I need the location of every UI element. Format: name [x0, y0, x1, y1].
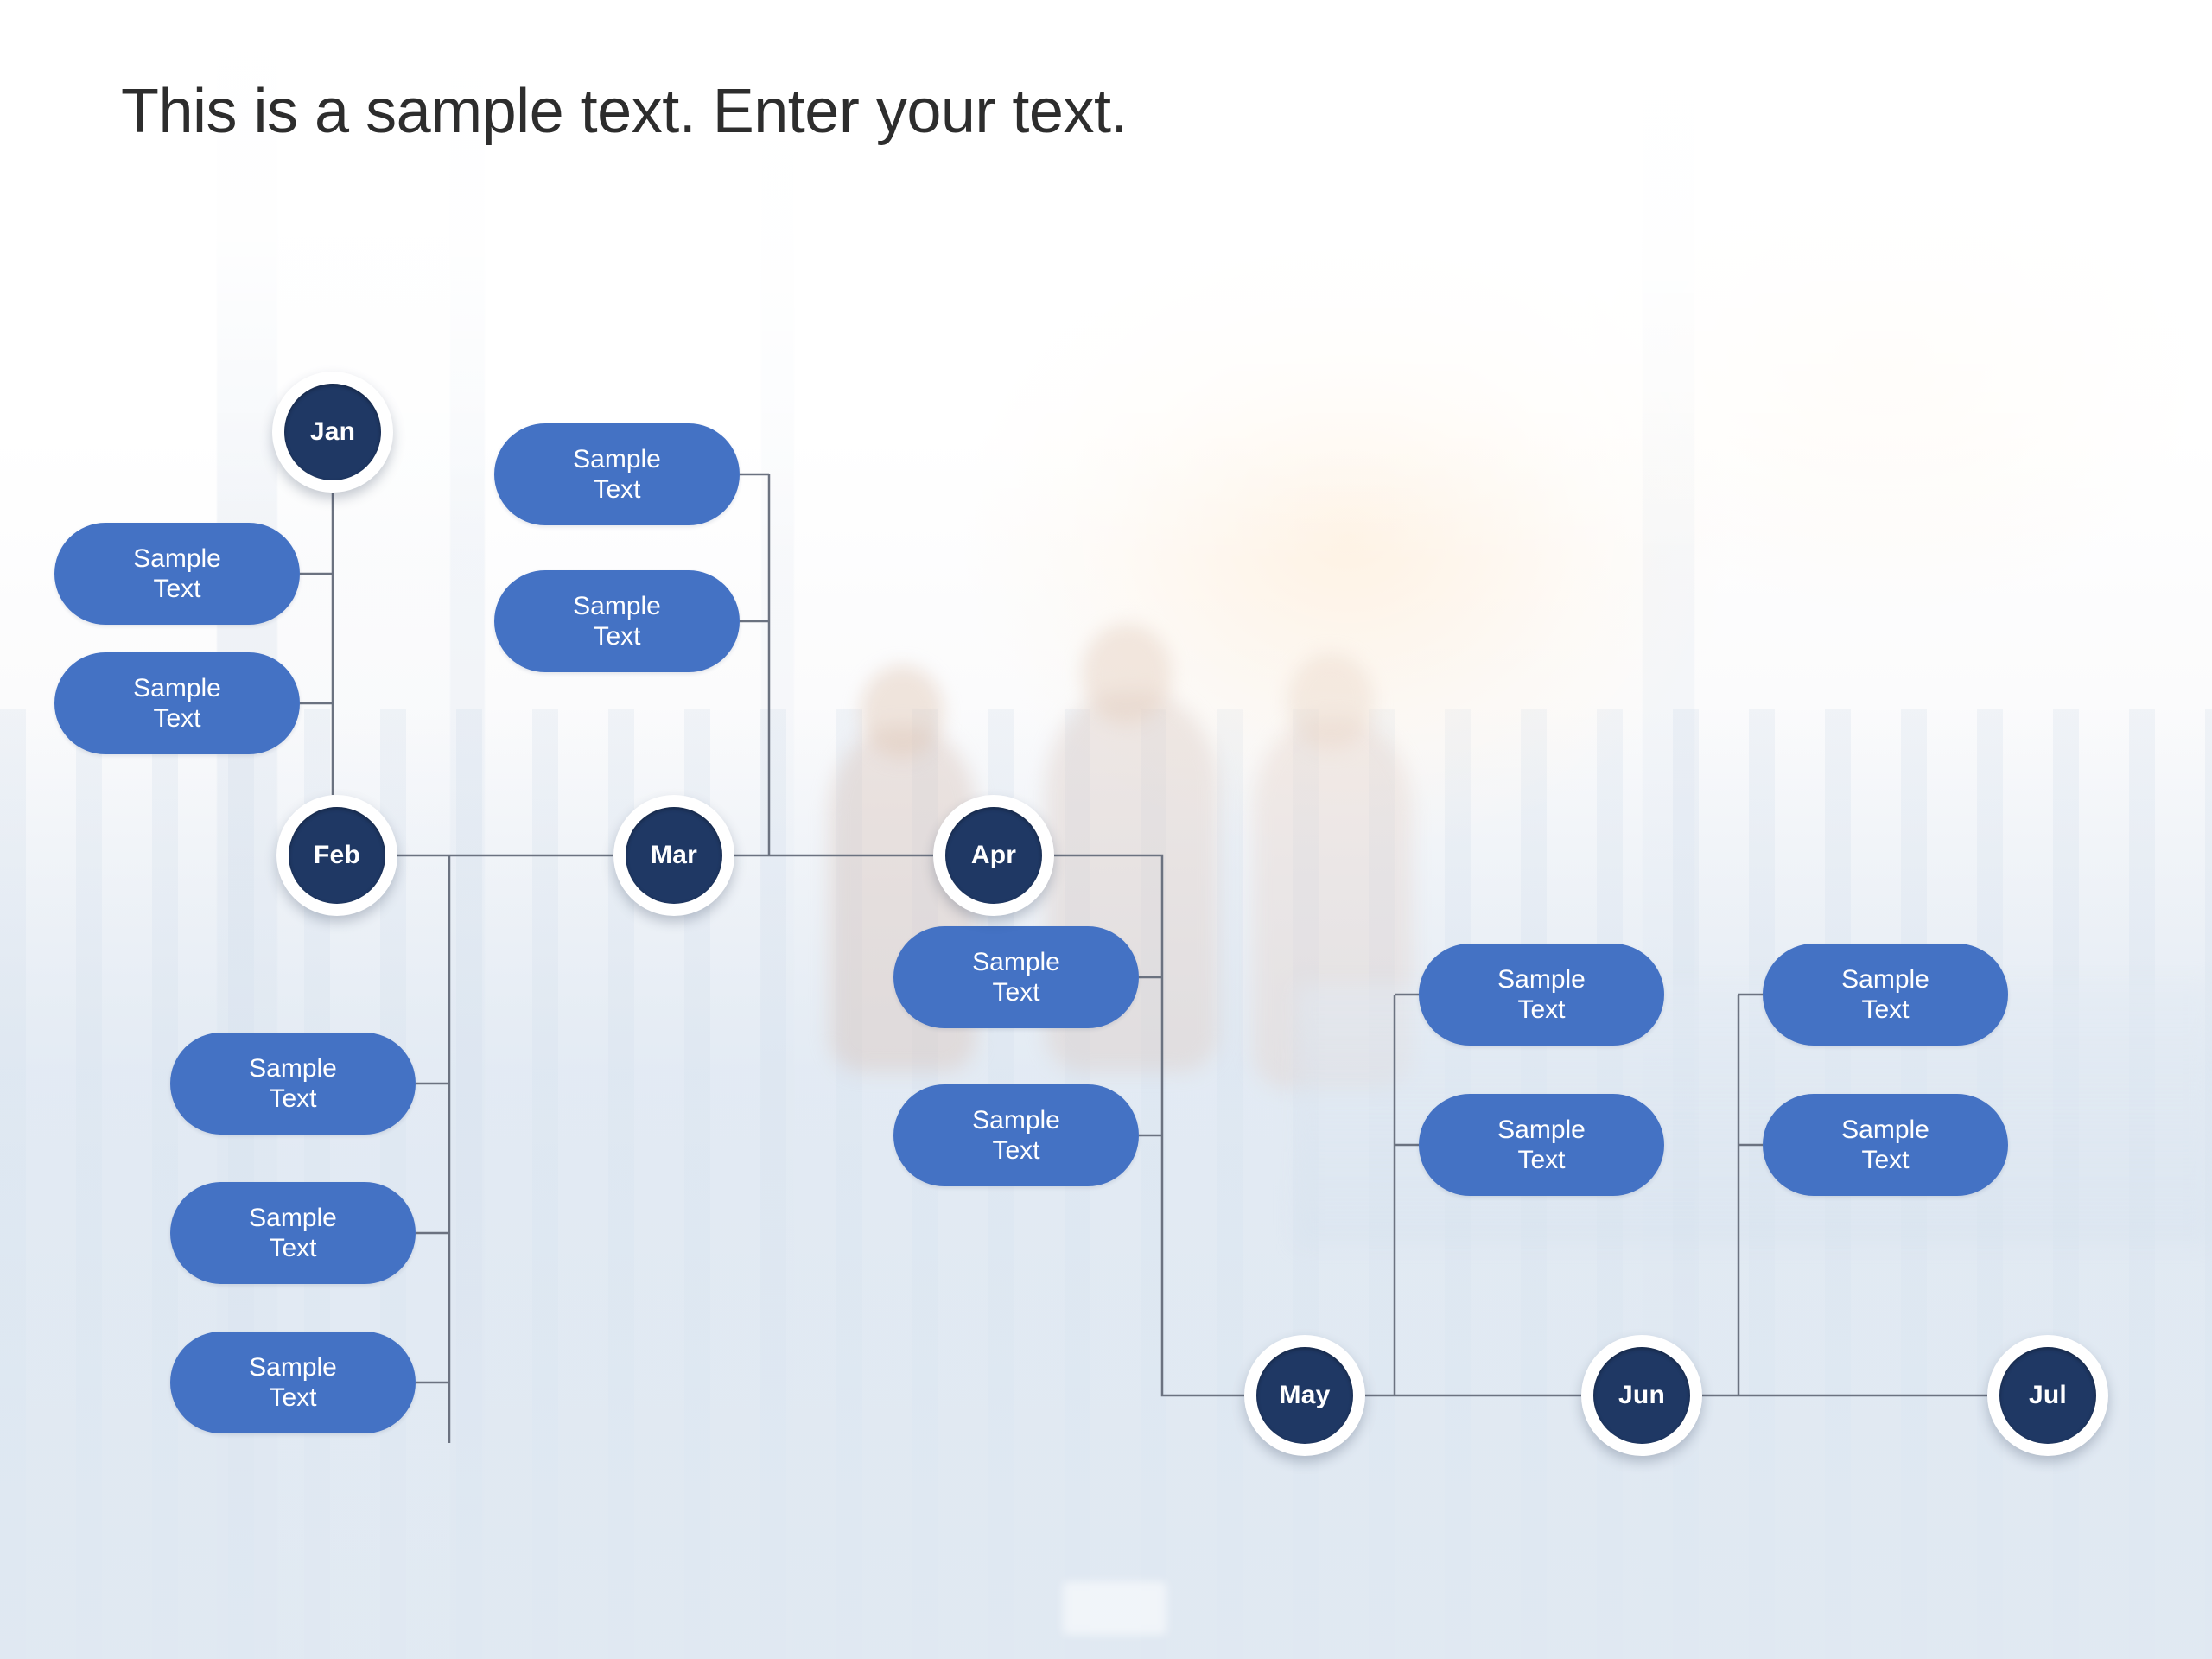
sample-text-pill[interactable]: Sample Text — [1419, 1094, 1664, 1196]
milestone-node-jun[interactable]: Jun — [1581, 1335, 1702, 1456]
sample-text-pill[interactable]: Sample Text — [54, 652, 300, 754]
pill-line-2: Text — [153, 575, 201, 603]
background-person-head — [1082, 624, 1172, 724]
sample-text-pill[interactable]: Sample Text — [54, 523, 300, 625]
pill-line-2: Text — [269, 1084, 317, 1113]
sample-text-pill[interactable]: Sample Text — [170, 1332, 416, 1433]
pill-line-1: Sample — [972, 947, 1060, 976]
pill-line-2: Text — [1517, 995, 1566, 1024]
milestone-label: Jul — [2029, 1381, 2067, 1409]
milestone-node-may[interactable]: May — [1244, 1335, 1365, 1456]
pill-line-2: Text — [992, 978, 1040, 1007]
pill-line-2: Text — [269, 1383, 317, 1412]
milestone-label: Jan — [309, 417, 356, 446]
sample-text-pill[interactable]: Sample Text — [1763, 944, 2008, 1046]
milestone-disc: Jun — [1593, 1347, 1690, 1444]
background-person-head — [861, 665, 944, 759]
pill-line-2: Text — [593, 475, 641, 504]
pill-line-2: Text — [269, 1234, 317, 1262]
pill-line-2: Text — [1861, 1146, 1910, 1174]
pill-line-2: Text — [1517, 1146, 1566, 1174]
milestone-disc: May — [1256, 1347, 1353, 1444]
milestone-label: Mar — [651, 841, 697, 869]
slide-canvas: This is a sample text. Enter your text. — [0, 0, 2212, 1659]
background-watermark — [1063, 1581, 1166, 1635]
pill-line-1: Sample — [133, 543, 221, 573]
pill-line-1: Sample — [249, 1053, 337, 1083]
milestone-disc: Jan — [284, 384, 381, 480]
milestone-node-jul[interactable]: Jul — [1987, 1335, 2108, 1456]
milestone-node-jan[interactable]: Jan — [272, 372, 393, 493]
sample-text-pill[interactable]: Sample Text — [893, 926, 1139, 1028]
sample-text-pill[interactable]: Sample Text — [1419, 944, 1664, 1046]
milestone-node-apr[interactable]: Apr — [933, 795, 1054, 916]
pill-line-1: Sample — [573, 444, 661, 474]
pill-line-2: Text — [992, 1136, 1040, 1165]
background-person-head — [1287, 653, 1374, 750]
pill-line-1: Sample — [972, 1105, 1060, 1135]
milestone-disc: Jul — [1999, 1347, 2096, 1444]
milestone-label: Apr — [970, 841, 1017, 869]
milestone-label: Jun — [1618, 1381, 1665, 1409]
sample-text-pill[interactable]: Sample Text — [494, 423, 740, 525]
pill-line-1: Sample — [249, 1203, 337, 1232]
milestone-label: May — [1279, 1381, 1331, 1409]
pill-line-1: Sample — [1841, 964, 1929, 994]
sample-text-pill[interactable]: Sample Text — [1763, 1094, 2008, 1196]
pill-line-1: Sample — [1497, 1115, 1586, 1144]
pill-line-1: Sample — [1841, 1115, 1929, 1144]
pill-line-2: Text — [593, 622, 641, 651]
page-title: This is a sample text. Enter your text. — [121, 77, 1128, 146]
milestone-disc: Feb — [289, 807, 385, 904]
milestone-label: Feb — [314, 841, 360, 869]
milestone-node-feb[interactable]: Feb — [276, 795, 397, 916]
pill-line-1: Sample — [249, 1352, 337, 1382]
milestone-disc: Mar — [626, 807, 722, 904]
milestone-disc: Apr — [945, 807, 1042, 904]
sample-text-pill[interactable]: Sample Text — [170, 1182, 416, 1284]
pill-line-1: Sample — [573, 591, 661, 620]
sample-text-pill[interactable]: Sample Text — [170, 1033, 416, 1135]
pill-line-1: Sample — [1497, 964, 1586, 994]
pill-line-2: Text — [153, 704, 201, 733]
pill-line-2: Text — [1861, 995, 1910, 1024]
pill-line-1: Sample — [133, 673, 221, 702]
milestone-node-mar[interactable]: Mar — [613, 795, 734, 916]
sample-text-pill[interactable]: Sample Text — [494, 570, 740, 672]
sample-text-pill[interactable]: Sample Text — [893, 1084, 1139, 1186]
